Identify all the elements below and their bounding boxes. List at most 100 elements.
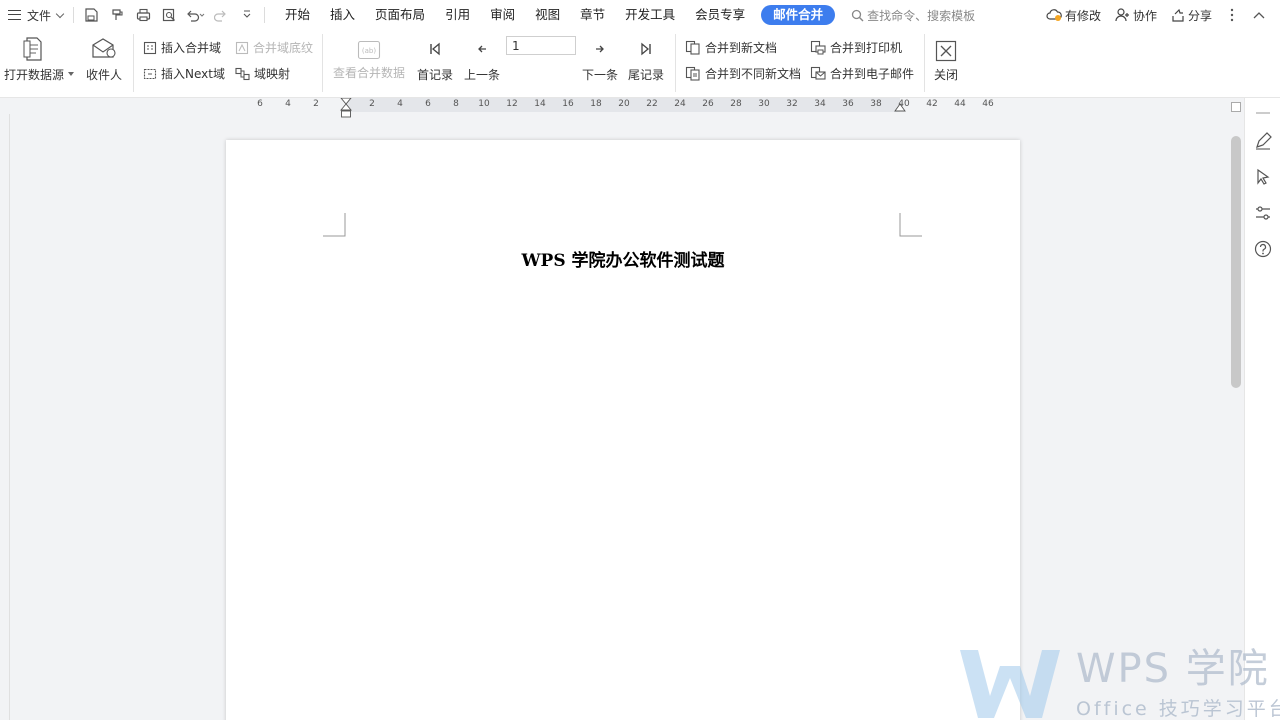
split-view-icon[interactable] bbox=[1231, 102, 1241, 112]
database-document-icon bbox=[23, 37, 42, 61]
ruler-tick: 32 bbox=[786, 99, 798, 109]
view-merged-data-label: 查看合并数据 bbox=[333, 66, 406, 80]
ribbon-tabs: 开始 插入 页面布局 引用 审阅 视图 章节 开发工具 会员专享 邮件合并 bbox=[275, 0, 841, 30]
modified-status[interactable]: 有修改 bbox=[1046, 7, 1101, 24]
merge-field-shading-label: 合并域底纹 bbox=[253, 41, 314, 55]
record-number-input[interactable] bbox=[506, 36, 576, 55]
merge-to-new-doc-label: 合并到新文档 bbox=[705, 41, 778, 55]
format-painter-icon[interactable] bbox=[106, 4, 128, 26]
undo-icon[interactable] bbox=[184, 4, 206, 26]
next-record-button[interactable]: 下一条 bbox=[582, 42, 618, 83]
arrow-right-icon bbox=[596, 45, 604, 53]
title-right-tools: 有修改 协作 分享 bbox=[1032, 0, 1280, 30]
ruler-tick: 24 bbox=[674, 99, 686, 109]
chevron-up-icon bbox=[1253, 12, 1265, 19]
share-button[interactable]: 分享 bbox=[1171, 7, 1212, 24]
file-menu[interactable]: 文件 bbox=[0, 0, 69, 30]
insert-merge-field-button[interactable]: 插入合并域 bbox=[143, 39, 221, 56]
search-icon bbox=[852, 9, 864, 21]
collaborate-label: 协作 bbox=[1132, 8, 1157, 23]
ruler-tick: 30 bbox=[758, 99, 770, 109]
margin-corner-mark bbox=[323, 213, 346, 237]
merge-field-shading-button[interactable]: 合并域底纹 bbox=[235, 39, 313, 56]
merge-to-email-button[interactable]: 合并到电子邮件 bbox=[810, 65, 914, 82]
share-label: 分享 bbox=[1187, 8, 1212, 23]
next-field-icon bbox=[143, 68, 157, 79]
tab-chapter[interactable]: 章节 bbox=[570, 0, 615, 30]
previous-record-label: 上一条 bbox=[464, 68, 501, 82]
tab-mail-merge[interactable]: 邮件合并 bbox=[761, 5, 836, 25]
mail-merge-ribbon: 打开数据源 收件人 插入合并域 合并域底纹 插入Next域 域映射 (ab) 查… bbox=[0, 30, 1280, 98]
tab-references[interactable]: 引用 bbox=[435, 0, 480, 30]
last-record-button[interactable]: 尾记录 bbox=[628, 42, 664, 83]
tab-view[interactable]: 视图 bbox=[525, 0, 570, 30]
insert-merge-field-label: 插入合并域 bbox=[161, 41, 222, 55]
merge-to-new-doc-button[interactable]: 合并到新文档 bbox=[685, 39, 777, 56]
divider bbox=[675, 34, 676, 92]
next-record-label: 下一条 bbox=[582, 68, 619, 82]
divider bbox=[322, 34, 323, 92]
close-mail-merge-button[interactable]: 关闭 bbox=[934, 40, 958, 83]
ruler-tick: 18 bbox=[590, 99, 602, 109]
arrow-left-icon bbox=[478, 45, 486, 53]
side-panel bbox=[1244, 98, 1280, 720]
horizontal-ruler: 6 4 2 2 4 6 8 10 12 14 16 18 20 22 24 26… bbox=[0, 98, 1228, 118]
margin-corner-mark bbox=[899, 213, 922, 237]
tab-home[interactable]: 开始 bbox=[275, 0, 320, 30]
cursor-select-icon[interactable] bbox=[1254, 168, 1272, 186]
command-search[interactable]: 查找命令、搜索模板 bbox=[851, 7, 975, 24]
ruler-tick: 14 bbox=[534, 99, 546, 109]
ruler-tick: 38 bbox=[870, 99, 882, 109]
save-icon[interactable] bbox=[80, 4, 102, 26]
left-indent-marker[interactable] bbox=[340, 98, 352, 118]
ruler-tick: 26 bbox=[702, 99, 714, 109]
merge-to-diff-docs-button[interactable]: 合并到不同新文档 bbox=[685, 65, 801, 82]
first-record-button[interactable]: 首记录 bbox=[417, 42, 453, 83]
more-vertical-icon bbox=[1230, 8, 1234, 22]
sliders-settings-icon[interactable] bbox=[1254, 204, 1272, 222]
svg-text:(ab): (ab) bbox=[362, 47, 376, 55]
recipients-button[interactable]: 收件人 bbox=[86, 36, 122, 83]
view-merged-data-button[interactable]: (ab) 查看合并数据 bbox=[333, 40, 405, 81]
merge-to-printer-label: 合并到打印机 bbox=[830, 41, 903, 55]
insert-next-field-label: 插入Next域 bbox=[161, 67, 225, 81]
insert-next-field-button[interactable]: 插入Next域 bbox=[143, 65, 225, 82]
document-page[interactable]: WPS 学院办公软件测试题 bbox=[226, 140, 1020, 720]
tab-page-layout[interactable]: 页面布局 bbox=[365, 0, 435, 30]
document-title[interactable]: WPS 学院办公软件测试题 bbox=[226, 246, 1020, 271]
merge-to-printer-button[interactable]: 合并到打印机 bbox=[810, 39, 902, 56]
merge-to-diff-docs-label: 合并到不同新文档 bbox=[705, 67, 802, 81]
scrollbar-thumb[interactable] bbox=[1231, 136, 1241, 388]
customize-toolbar-icon[interactable] bbox=[236, 4, 258, 26]
field-mapping-button[interactable]: 域映射 bbox=[235, 65, 290, 82]
more-options-button[interactable] bbox=[1230, 8, 1237, 22]
menu-bar: 文件 开始 插入 页面布局 引用 审阅 视图 章节 开发工具 会员专享 邮件合并… bbox=[0, 0, 1280, 30]
tab-developer[interactable]: 开发工具 bbox=[615, 0, 685, 30]
ruler-tick: 8 bbox=[453, 99, 459, 109]
collaborate-button[interactable]: 协作 bbox=[1115, 7, 1157, 24]
file-menu-label: 文件 bbox=[27, 8, 52, 23]
tab-review[interactable]: 审阅 bbox=[480, 0, 525, 30]
print-icon[interactable] bbox=[132, 4, 154, 26]
last-record-icon bbox=[641, 42, 651, 56]
previous-record-button[interactable]: 上一条 bbox=[464, 42, 500, 83]
ruler-tick: 10 bbox=[478, 99, 490, 109]
tab-insert[interactable]: 插入 bbox=[320, 0, 365, 30]
vertical-scrollbar[interactable] bbox=[1228, 98, 1244, 720]
tab-membership[interactable]: 会员专享 bbox=[685, 0, 755, 30]
open-datasource-button[interactable]: 打开数据源 bbox=[4, 36, 64, 83]
collapse-ribbon-button[interactable] bbox=[1253, 11, 1268, 19]
right-indent-marker[interactable] bbox=[894, 100, 906, 112]
print-preview-icon[interactable] bbox=[158, 4, 180, 26]
redo-icon[interactable] bbox=[210, 4, 232, 26]
ruler-tick: 20 bbox=[618, 99, 630, 109]
close-icon bbox=[935, 40, 957, 62]
pen-edit-icon[interactable] bbox=[1254, 132, 1272, 150]
envelope-person-icon bbox=[92, 38, 116, 58]
user-add-icon bbox=[1115, 8, 1129, 22]
close-label: 关闭 bbox=[934, 68, 959, 82]
ruler-tick: 36 bbox=[842, 99, 854, 109]
first-record-icon bbox=[430, 42, 440, 56]
ruler-tick: 4 bbox=[285, 99, 291, 109]
help-icon[interactable] bbox=[1254, 240, 1272, 258]
